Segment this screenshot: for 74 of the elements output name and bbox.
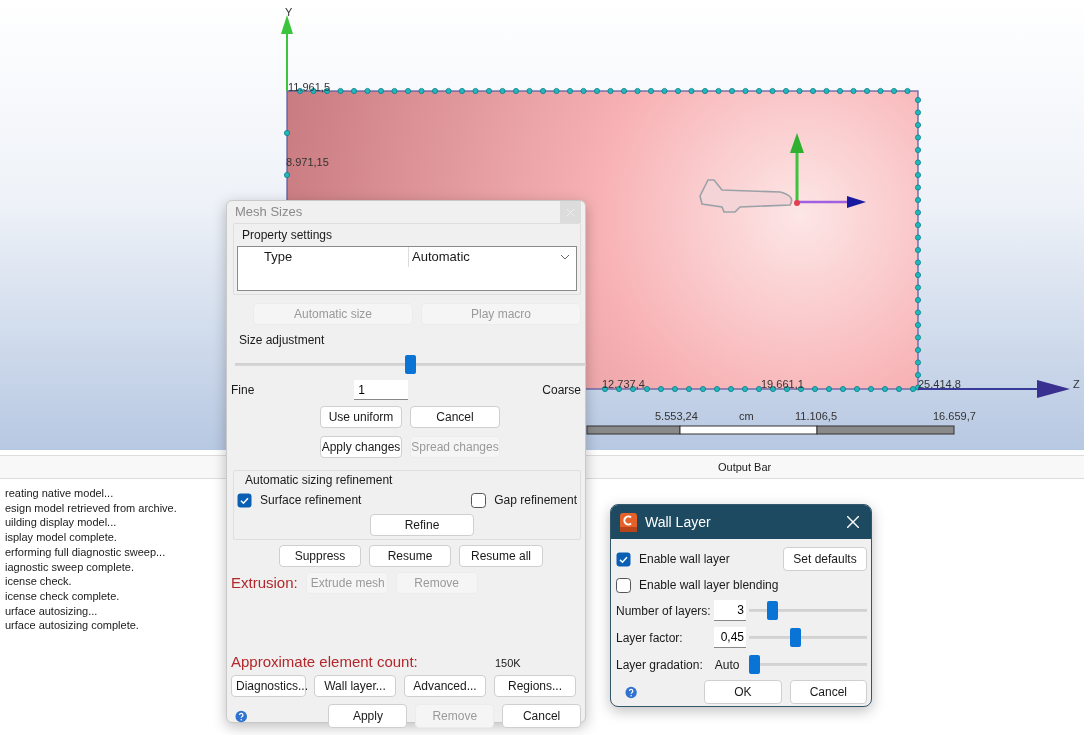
help-icon[interactable] — [235, 709, 248, 723]
coordinate-label: 11.961,5 — [288, 81, 330, 93]
log-line: urface autosizing... — [5, 603, 98, 619]
coordinate-label: 8.971,15 — [286, 156, 329, 168]
coordinate-label: 19.661,1 — [761, 378, 804, 390]
log-line: uilding display model... — [5, 515, 117, 531]
checkbox[interactable] — [471, 492, 487, 508]
coordinate-label: 12.737,4 — [602, 378, 645, 390]
number-field[interactable]: 3 — [714, 600, 746, 621]
close-icon[interactable] — [847, 516, 859, 528]
log-line: esign model retrieved from archive. — [5, 500, 177, 516]
checkbox[interactable] — [237, 492, 252, 508]
button[interactable]: OK — [704, 680, 782, 704]
button[interactable]: Wall layer... — [314, 675, 396, 697]
button[interactable]: Cancel — [789, 680, 867, 704]
scale-label: 16.659,7 — [933, 410, 976, 422]
log-line: reating native model... — [5, 486, 114, 501]
scale-label: 5.553,24 — [655, 410, 698, 422]
property-name: Type — [238, 247, 409, 267]
button[interactable]: Cancel — [502, 704, 581, 728]
button[interactable]: Resume all — [459, 545, 543, 567]
button[interactable]: Advanced... — [404, 675, 486, 697]
checkbox-label: Surface refinement — [260, 492, 362, 509]
field-label: Layer factor: — [616, 629, 684, 647]
axis-label: Z — [1073, 378, 1080, 390]
value-label: Auto — [714, 656, 741, 674]
button[interactable]: Use uniform — [320, 406, 402, 428]
dialog-title: Wall Layer — [645, 512, 711, 532]
app-icon — [620, 512, 637, 532]
scale-label: 11.106,5 — [795, 410, 837, 422]
checkbox-label: Gap refinement — [494, 492, 577, 509]
button[interactable]: Resume — [369, 545, 451, 567]
slider-thumb[interactable] — [767, 601, 779, 620]
button[interactable]: Diagnostics... — [231, 675, 306, 697]
button[interactable]: Suppress — [279, 545, 361, 567]
button[interactable]: Apply changes — [320, 436, 402, 458]
count-value: 150K — [495, 655, 521, 671]
group-label: Size adjustment — [238, 332, 326, 349]
checkbox[interactable] — [616, 551, 631, 567]
button[interactable]: Set defaults — [783, 547, 867, 571]
log-line: urface autosizing complete. — [5, 618, 139, 634]
group-label: Property settings — [241, 227, 334, 244]
count-label: Approximate element count: — [231, 651, 419, 672]
help-icon[interactable] — [625, 685, 638, 699]
checkbox-label: Enable wall layer blending — [639, 577, 779, 594]
slider-thumb[interactable] — [405, 355, 416, 374]
size-field[interactable]: 1 — [354, 380, 409, 400]
log-line: erforming full diagnostic sweep... — [5, 544, 166, 560]
slider-label: Fine — [231, 382, 255, 399]
unit-label: cm — [739, 410, 754, 422]
panel-title: Output Bar — [718, 461, 772, 473]
button[interactable]: Cancel — [410, 406, 500, 428]
coordinate-label: 25.414,8 — [918, 378, 961, 390]
log-line: iagnostic sweep complete. — [5, 559, 134, 575]
field-label: Layer gradation: — [616, 656, 704, 674]
field-label: Number of layers: — [616, 602, 712, 620]
checkbox-label: Enable wall layer — [639, 551, 730, 568]
property-value: Automatic — [411, 248, 471, 267]
chevron-icon — [560, 254, 570, 260]
button[interactable]: Apply — [328, 704, 408, 728]
log-line: icense check. — [5, 574, 72, 589]
axis-label: Y — [285, 6, 293, 18]
group-label: Automatic sizing refinement — [244, 472, 394, 489]
log-line: isplay model complete. — [5, 530, 117, 545]
log-line: icense check complete. — [5, 588, 120, 604]
slider-label: Coarse — [542, 382, 581, 399]
number-field[interactable]: 0,45 — [714, 627, 746, 648]
slider-thumb[interactable] — [789, 628, 801, 647]
slider-thumb[interactable] — [749, 655, 760, 674]
button[interactable]: Regions... — [494, 675, 576, 697]
button[interactable]: Refine — [370, 514, 474, 536]
checkbox[interactable] — [616, 577, 631, 593]
dialog-title: Mesh Sizes — [235, 203, 303, 222]
section-label: Extrusion: — [231, 573, 298, 593]
